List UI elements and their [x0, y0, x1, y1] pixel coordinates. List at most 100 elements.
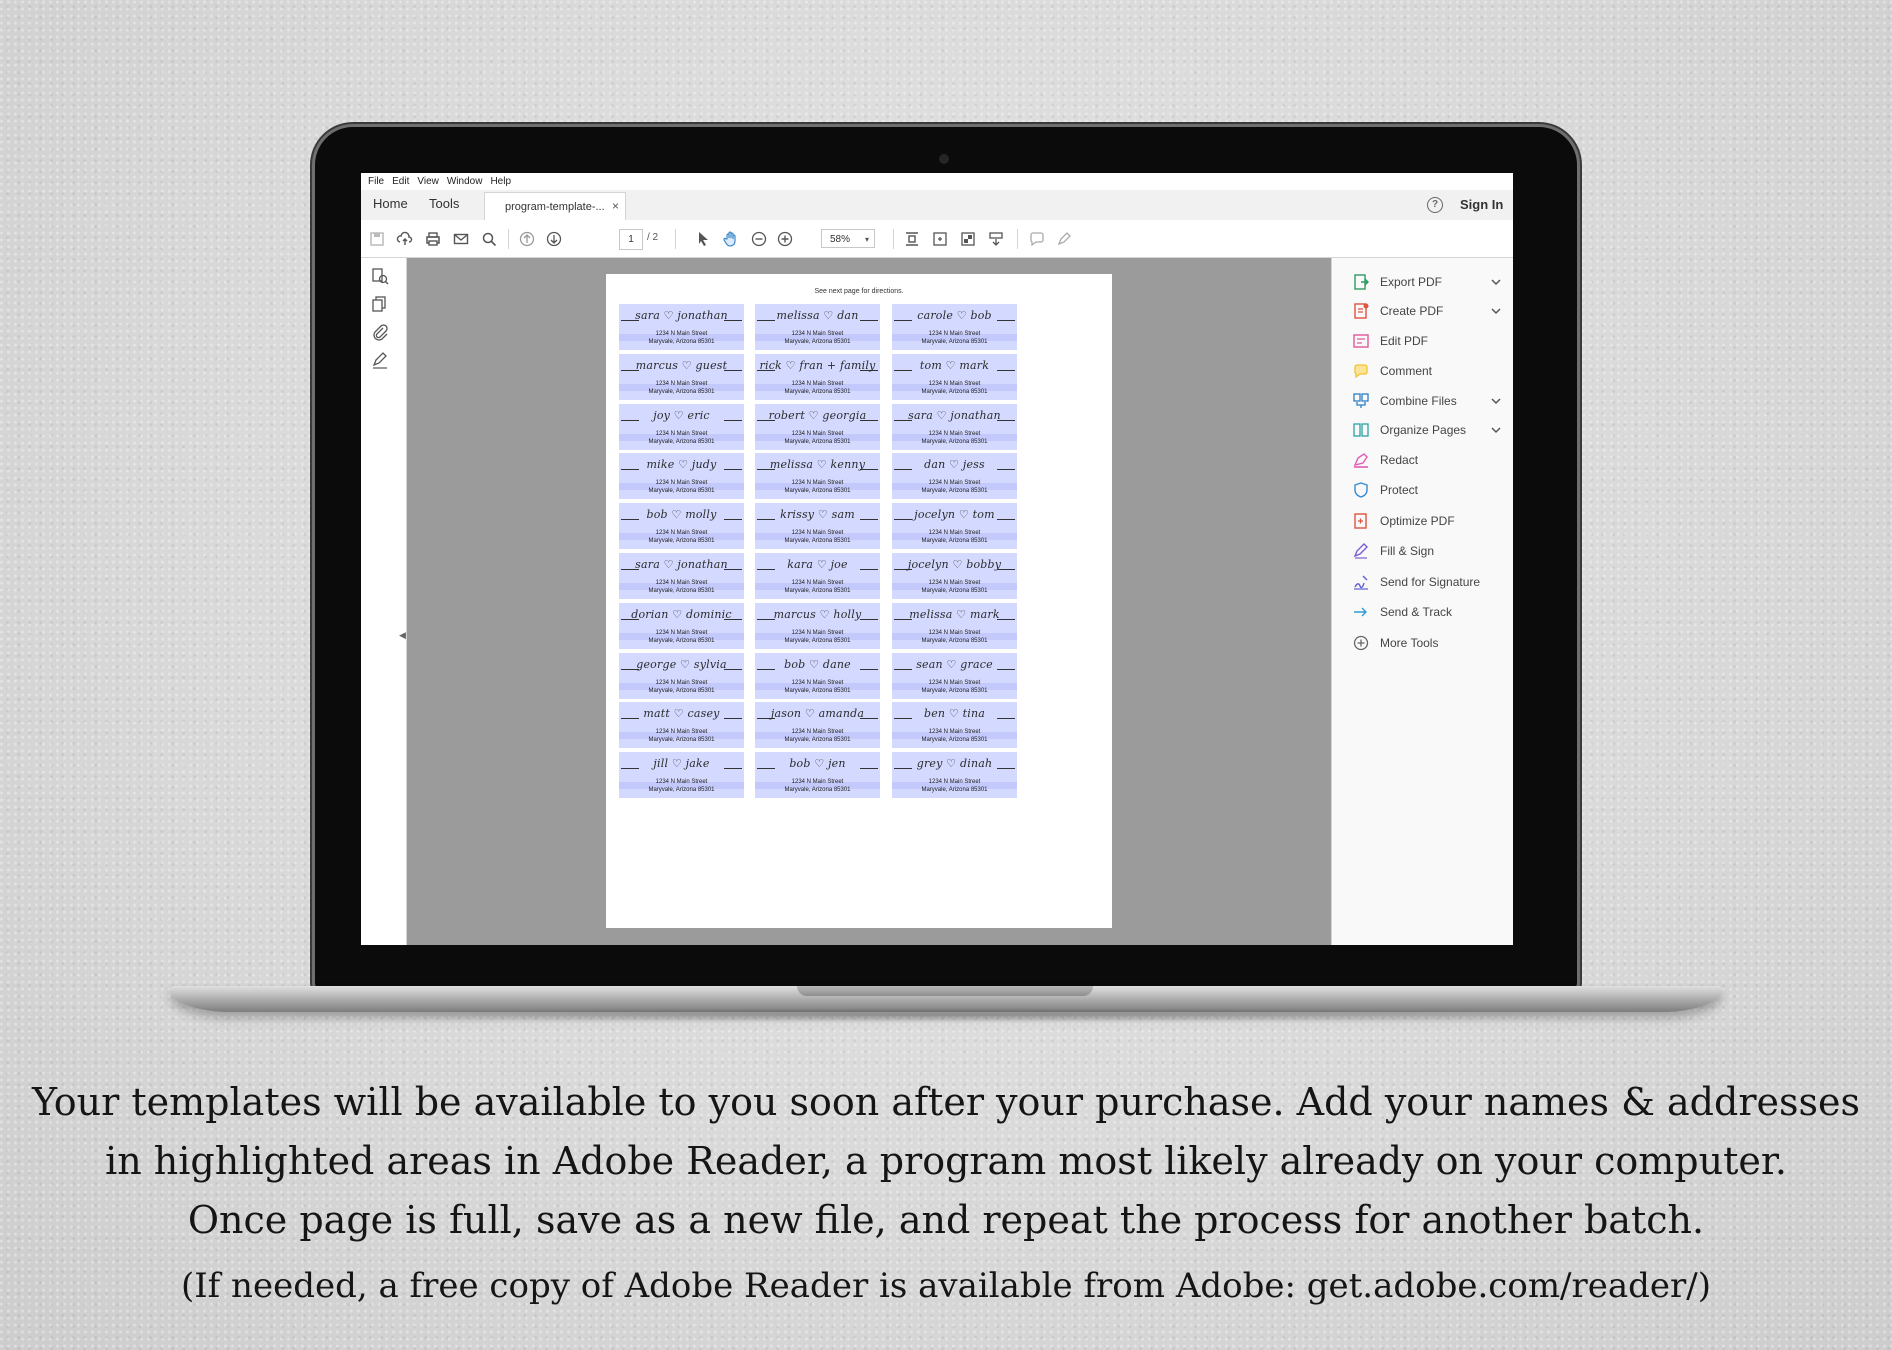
tab-document[interactable]: program-template-... × — [484, 192, 626, 221]
address-label[interactable]: rick ♡ fran + family 1234 N Main Street Ma… — [755, 354, 880, 400]
address-label[interactable]: tom ♡ mark 1234 N Main Street Maryvale, Ar… — [892, 354, 1017, 400]
menu-view[interactable]: View — [417, 176, 439, 187]
address-label[interactable]: carole ♡ bob 1234 N Main Street Maryvale, … — [892, 304, 1017, 350]
label-street: 1234 N Main Street — [655, 779, 708, 785]
help-icon[interactable]: ? — [1427, 197, 1443, 213]
tool-item[interactable]: Protect — [1332, 478, 1513, 502]
address-label[interactable]: bob ♡ molly 1234 N Main Street Maryvale, A… — [619, 503, 744, 549]
document-viewer[interactable]: See next page for directions. sara ♡ jon… — [407, 258, 1331, 945]
page-thumbnails-icon[interactable] — [370, 266, 390, 286]
menu-window[interactable]: Window — [447, 176, 483, 187]
full-screen-icon[interactable] — [958, 229, 978, 249]
tool-item[interactable]: Combine Files — [1332, 389, 1513, 413]
comment-icon[interactable] — [1027, 229, 1047, 249]
address-label[interactable]: mike ♡ judy 1234 N Main Street Maryvale, A… — [619, 453, 744, 499]
pdf-page: See next page for directions. sara ♡ jon… — [606, 274, 1112, 928]
address-label[interactable]: jocelyn ♡ bobby 1234 N Main Street Maryval… — [892, 553, 1017, 599]
address-label[interactable]: krissy ♡ sam 1234 N Main Street Maryvale, … — [755, 503, 880, 549]
label-names: rick ♡ fran + family — [759, 359, 876, 372]
tool-item[interactable]: Comment — [1332, 359, 1513, 383]
address-label[interactable]: kara ♡ joe 1234 N Main Street Maryvale, Ar… — [755, 553, 880, 599]
address-label[interactable]: grey ♡ dinah 1234 N Main Street Maryvale, … — [892, 752, 1017, 798]
address-label[interactable]: sara ♡ jonathan 1234 N Main Street Maryval… — [619, 553, 744, 599]
label-street: 1234 N Main Street — [791, 381, 844, 387]
address-label[interactable]: joy ♡ eric 1234 N Main Street Maryvale, Ar… — [619, 404, 744, 450]
page-number-input[interactable]: 1 — [619, 229, 643, 250]
signature-pen-icon[interactable] — [370, 350, 390, 370]
copy-pages-icon[interactable] — [370, 294, 390, 314]
tool-item[interactable]: More Tools — [1332, 631, 1513, 655]
close-tab-icon[interactable]: × — [612, 199, 619, 213]
scroll-mode-icon[interactable] — [986, 229, 1006, 249]
tool-item[interactable]: Create PDF — [1332, 299, 1513, 323]
address-label[interactable]: robert ♡ georgia 1234 N Main Street Maryva… — [755, 404, 880, 450]
caption-line-3: Once page is full, save as a new file, a… — [187, 1198, 1705, 1242]
tab-tools[interactable]: Tools — [429, 196, 459, 211]
address-label[interactable]: marcus ♡ holly 1234 N Main Street Maryvale… — [755, 603, 880, 649]
chevron-down-icon[interactable] — [1490, 304, 1502, 316]
caption-line-4: (If needed, a free copy of Adobe Reader … — [180, 1266, 1712, 1306]
address-label[interactable]: jocelyn ♡ tom 1234 N Main Street Maryvale,… — [892, 503, 1017, 549]
menu-edit[interactable]: Edit — [392, 176, 409, 187]
select-cursor-icon[interactable] — [693, 229, 713, 249]
save-icon[interactable] — [367, 229, 387, 249]
tool-item[interactable]: Edit PDF — [1332, 329, 1513, 353]
address-label[interactable]: matt ♡ casey 1234 N Main Street Maryvale, … — [619, 702, 744, 748]
fit-page-icon[interactable] — [902, 229, 922, 249]
address-label[interactable]: bob ♡ dane 1234 N Main Street Maryvale, Ar… — [755, 653, 880, 699]
address-label[interactable]: bob ♡ jen 1234 N Main Street Maryvale, Ari… — [755, 752, 880, 798]
print-icon[interactable] — [423, 229, 443, 249]
toolbar-divider — [675, 229, 676, 249]
address-label[interactable]: dorian ♡ dominic 1234 N Main Street Maryva… — [619, 603, 744, 649]
upload-cloud-icon[interactable] — [395, 229, 415, 249]
tool-item[interactable]: Organize Pages — [1332, 418, 1513, 442]
menu-help[interactable]: Help — [490, 176, 511, 187]
email-icon[interactable] — [451, 229, 471, 249]
highlight-pen-icon[interactable] — [1054, 229, 1074, 249]
attachment-icon[interactable] — [370, 322, 390, 342]
label-city: Maryvale, Arizona 85301 — [784, 439, 851, 445]
label-city: Maryvale, Arizona 85301 — [784, 787, 851, 793]
tool-item[interactable]: Fill & Sign — [1332, 539, 1513, 563]
label-city: Maryvale, Arizona 85301 — [784, 688, 851, 694]
tool-item[interactable]: Redact — [1332, 448, 1513, 472]
address-label[interactable]: george ♡ sylvia 1234 N Main Street Maryval… — [619, 653, 744, 699]
chevron-down-icon[interactable] — [1490, 423, 1502, 435]
zoom-out-icon[interactable] — [749, 229, 769, 249]
menu-file[interactable]: File — [368, 176, 384, 187]
chevron-down-icon[interactable] — [1490, 275, 1502, 287]
zoom-select[interactable]: 58% ▾ — [821, 229, 875, 248]
tool-item[interactable]: Send & Track — [1332, 600, 1513, 624]
tool-item[interactable]: Send for Signature — [1332, 570, 1513, 594]
address-label[interactable]: sara ♡ jonathan 1234 N Main Street Maryval… — [619, 304, 744, 350]
address-label[interactable]: sean ♡ grace 1234 N Main Street Maryvale, … — [892, 653, 1017, 699]
label-names: mike ♡ judy — [646, 458, 717, 471]
address-label[interactable]: melissa ♡ kenny 1234 N Main Street Maryval… — [755, 453, 880, 499]
label-street: 1234 N Main Street — [928, 729, 981, 735]
address-label[interactable]: jason ♡ amanda 1234 N Main Street Maryvale… — [755, 702, 880, 748]
tool-item[interactable]: Export PDF — [1332, 270, 1513, 294]
tab-home[interactable]: Home — [373, 196, 408, 211]
next-page-icon[interactable] — [544, 229, 564, 249]
toolbar-divider — [508, 229, 509, 249]
chevron-down-icon[interactable] — [1490, 394, 1502, 406]
address-label[interactable]: sara ♡ jonathan 1234 N Main Street Maryval… — [892, 404, 1017, 450]
address-label[interactable]: dan ♡ jess 1234 N Main Street Maryvale, Ar… — [892, 453, 1017, 499]
tool-label: Combine Files — [1380, 394, 1457, 408]
zoom-in-icon[interactable] — [775, 229, 795, 249]
fit-width-icon[interactable] — [930, 229, 950, 249]
search-icon[interactable] — [479, 229, 499, 249]
address-label[interactable]: melissa ♡ mark 1234 N Main Street Maryvale… — [892, 603, 1017, 649]
collapse-panel-icon[interactable]: ◀ — [399, 630, 406, 641]
address-label[interactable]: ben ♡ tina 1234 N Main Street Maryvale, Ar… — [892, 702, 1017, 748]
sign-in-button[interactable]: Sign In — [1460, 197, 1503, 212]
previous-page-icon[interactable] — [517, 229, 537, 249]
address-label[interactable]: jill ♡ jake 1234 N Main Street Maryvale, A… — [619, 752, 744, 798]
tool-label: Edit PDF — [1380, 334, 1429, 348]
tool-item[interactable]: Optimize PDF — [1332, 509, 1513, 533]
label-city: Maryvale, Arizona 85301 — [648, 588, 715, 594]
address-label[interactable]: melissa ♡ dan 1234 N Main Street Maryvale,… — [755, 304, 880, 350]
address-label[interactable]: marcus ♡ guest 1234 N Main Street Maryvale… — [619, 354, 744, 400]
hand-tool-icon[interactable] — [721, 229, 741, 249]
edit-pdf-icon — [1352, 332, 1370, 350]
